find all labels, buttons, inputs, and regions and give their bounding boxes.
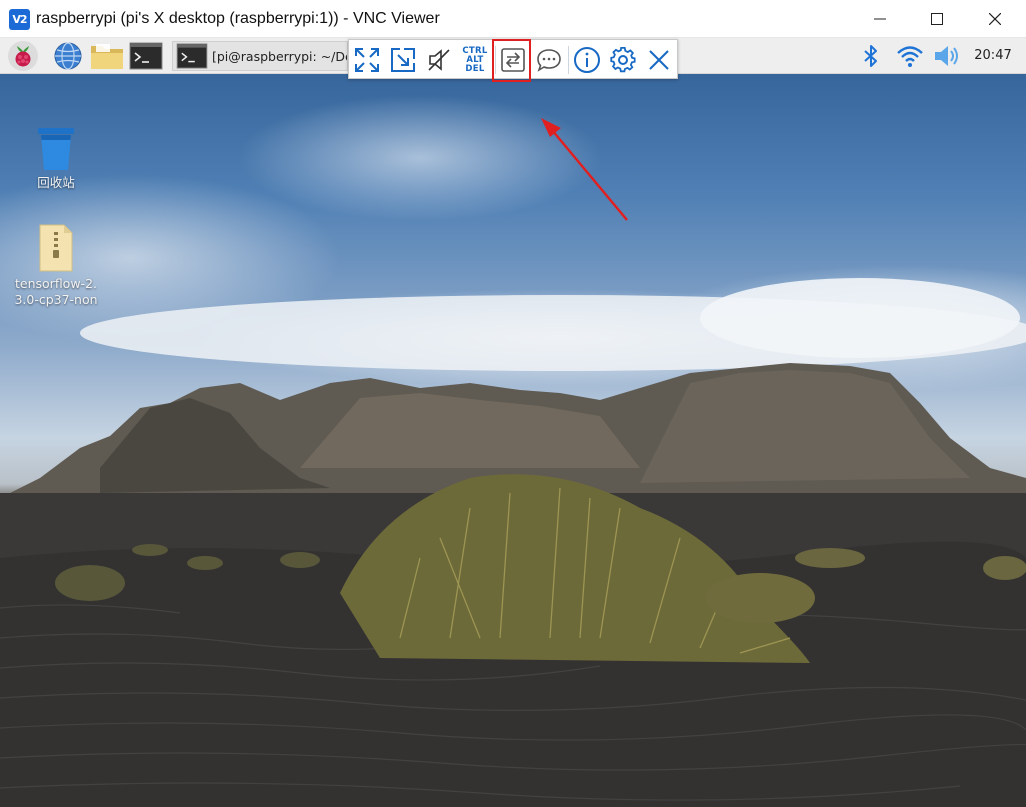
settings-icon [610, 47, 636, 73]
web-browser-launcher[interactable] [52, 41, 84, 71]
terminal-launcher[interactable] [128, 41, 164, 71]
info-button[interactable] [569, 40, 605, 80]
info-icon [574, 47, 600, 73]
desktop-icon-zip-file[interactable]: tensorflow-2.3.0-cp37-none-li [11, 224, 101, 310]
desktop-icon-label: tensorflow-2.3.0-cp37-none-li [14, 276, 98, 310]
taskbar-window-terminal[interactable]: [pi@raspberrypi: ~/Desktop] [172, 41, 348, 71]
bluetooth-icon [864, 45, 877, 67]
mute-audio-icon [428, 49, 450, 71]
volume-tray-button[interactable] [931, 41, 963, 71]
title-bar: V2 raspberrypi (pi's X desktop (raspberr… [0, 0, 1026, 38]
wifi-icon [897, 46, 923, 67]
close-button[interactable] [966, 0, 1024, 38]
desktop-icon-label: 回收站 [37, 175, 75, 190]
raspberry-pi-menu-button[interactable] [6, 41, 40, 71]
scale-button[interactable] [385, 40, 421, 80]
chat-icon [537, 49, 561, 72]
ctrl-alt-del-button[interactable]: CTRL ALT DEL [457, 40, 493, 80]
wifi-tray-button[interactable] [894, 41, 926, 71]
mute-audio-button[interactable] [421, 40, 457, 80]
maximize-button[interactable] [908, 0, 966, 38]
enter-fullscreen-icon [355, 48, 379, 72]
bluetooth-tray-button[interactable] [858, 41, 884, 71]
ctrl-alt-del-label: CTRL ALT DEL [462, 46, 487, 74]
annotation-highlight-box [492, 39, 531, 82]
desktop-icon-trash[interactable]: 回收站 [11, 126, 101, 191]
wallpaper-landscape [0, 278, 1026, 807]
close-toolbar-icon [649, 50, 669, 70]
remote-desktop[interactable]: 回收站 tensorflow-2.3.0-cp37-none-li [0, 38, 1026, 807]
minimize-icon [874, 18, 886, 20]
close-icon [989, 13, 1001, 25]
window-title: raspberrypi (pi's X desktop (raspberrypi… [36, 10, 440, 27]
clock: 20:47 [974, 48, 1012, 63]
scale-to-fit-icon [391, 48, 415, 72]
fullscreen-button[interactable] [349, 40, 385, 80]
close-toolbar-button[interactable] [641, 40, 677, 80]
taskbar-window-label: [pi@raspberrypi: ~/Desktop] [212, 48, 347, 64]
del-label: DEL [465, 63, 485, 74]
trash-bin-icon [38, 128, 74, 170]
web-browser-icon [54, 42, 82, 70]
zip-archive-icon [39, 224, 73, 272]
volume-icon [935, 46, 958, 66]
file-manager-launcher[interactable] [89, 41, 125, 71]
chat-button[interactable] [531, 40, 567, 80]
settings-button[interactable] [605, 40, 641, 80]
terminal-icon [176, 43, 208, 69]
minimize-button[interactable] [851, 0, 909, 38]
file-manager-icon [91, 44, 123, 69]
terminal-icon [129, 42, 163, 70]
raspberry-pi-menu-icon [15, 46, 31, 67]
maximize-icon [931, 13, 943, 25]
vnc-viewer-app-icon: V2 [9, 9, 30, 30]
